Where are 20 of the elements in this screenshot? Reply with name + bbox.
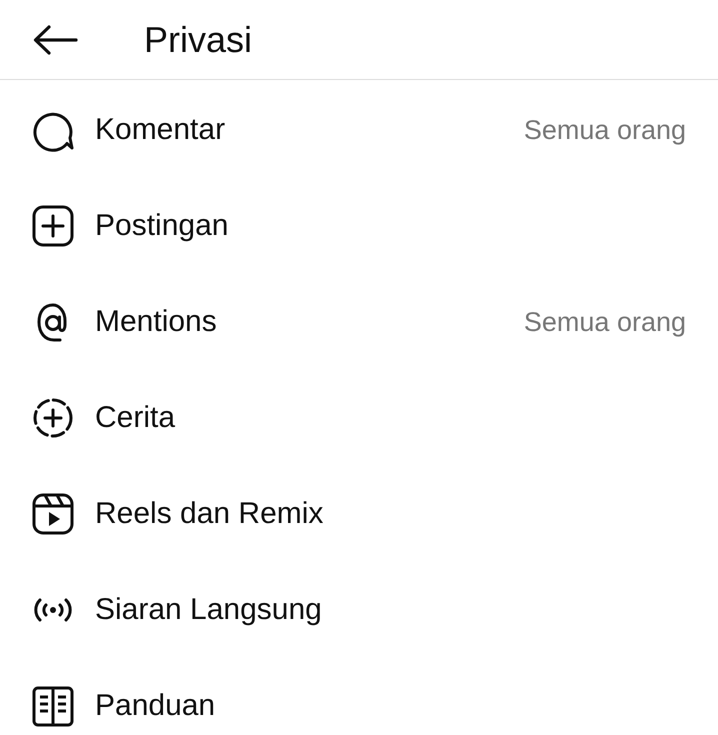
settings-item[interactable]: Panduan	[0, 658, 718, 735]
settings-item[interactable]: Cerita	[0, 370, 718, 466]
item-value: Semua orang	[524, 114, 686, 146]
item-label: Cerita	[95, 401, 176, 435]
settings-item[interactable]: Postingan	[0, 178, 718, 274]
settings-item[interactable]: Siaran Langsung	[0, 562, 718, 658]
item-label: Siaran Langsung	[95, 593, 323, 627]
item-label: Postingan	[95, 209, 230, 243]
item-label: Mentions	[95, 305, 218, 339]
settings-item[interactable]: Mentions Semua orang	[0, 274, 718, 370]
video-clapper-icon	[30, 491, 76, 537]
item-label: Panduan	[95, 689, 216, 723]
page-title: Privasi	[144, 18, 252, 60]
settings-item[interactable]: Komentar Semua orang	[0, 82, 718, 178]
item-value: Semua orang	[524, 306, 686, 338]
item-label: Komentar	[95, 113, 226, 147]
settings-item[interactable]: Reels dan Remix	[0, 466, 718, 562]
back-arrow-icon[interactable]	[32, 24, 78, 54]
item-label: Reels dan Remix	[95, 497, 324, 531]
plus-square-icon	[30, 203, 76, 249]
